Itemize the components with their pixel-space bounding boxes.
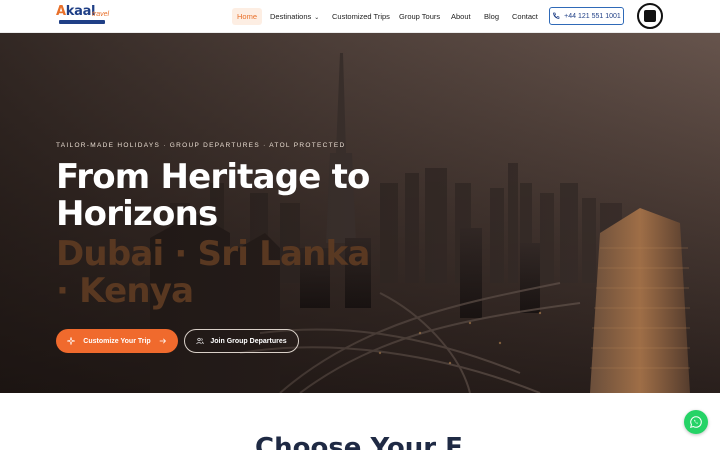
nav-about[interactable]: About [446,8,476,25]
section-title: Choose Your E [255,433,463,450]
logo-wordmark: Akaal [56,4,96,19]
top-navbar: Akaal travel Home Destinations ⌄ Customiz… [0,0,720,33]
hero-destinations: Dubai · Sri Lanka · Kenya [56,234,370,311]
whatsapp-icon [690,416,702,428]
sparkle-icon [67,337,76,345]
customize-trip-button[interactable]: Customize Your Trip [56,329,178,353]
phone-number: +44 121 551 1001 [564,12,621,20]
nav-blog[interactable]: Blog [479,8,504,25]
nav-destinations[interactable]: Destinations ⌄ [265,8,324,25]
logo-subtitle: travel [92,11,110,18]
hero-banner: TAILOR-MADE HOLIDAYS · GROUP DEPARTURES … [0,33,720,393]
phone-button[interactable]: +44 121 551 1001 [549,7,624,25]
nav-group-tours[interactable]: Group Tours [394,8,445,25]
chevron-down-icon: ⌄ [314,15,320,21]
nav-contact[interactable]: Contact [507,8,543,25]
hero-headline: From Heritage to Horizons [56,157,370,234]
whatsapp-button[interactable] [684,410,708,434]
brand-logo[interactable]: Akaal travel [56,5,110,27]
join-group-departures-label: Join Group Departures [210,337,287,345]
nav-customized-trips[interactable]: Customized Trips [327,8,395,25]
users-icon [196,337,204,345]
hero-eyebrow: TAILOR-MADE HOLIDAYS · GROUP DEPARTURES … [56,142,346,149]
nav-destinations-label: Destinations [270,12,312,21]
nav-home[interactable]: Home [232,8,263,25]
atol-badge-icon[interactable] [637,3,663,29]
phone-icon [553,12,560,19]
arrow-right-icon [159,338,166,344]
join-group-departures-button[interactable]: Join Group Departures [184,329,299,353]
customize-trip-label: Customize Your Trip [83,337,151,345]
atol-badge-mark [644,10,656,22]
logo-tagline-bar [59,20,105,24]
